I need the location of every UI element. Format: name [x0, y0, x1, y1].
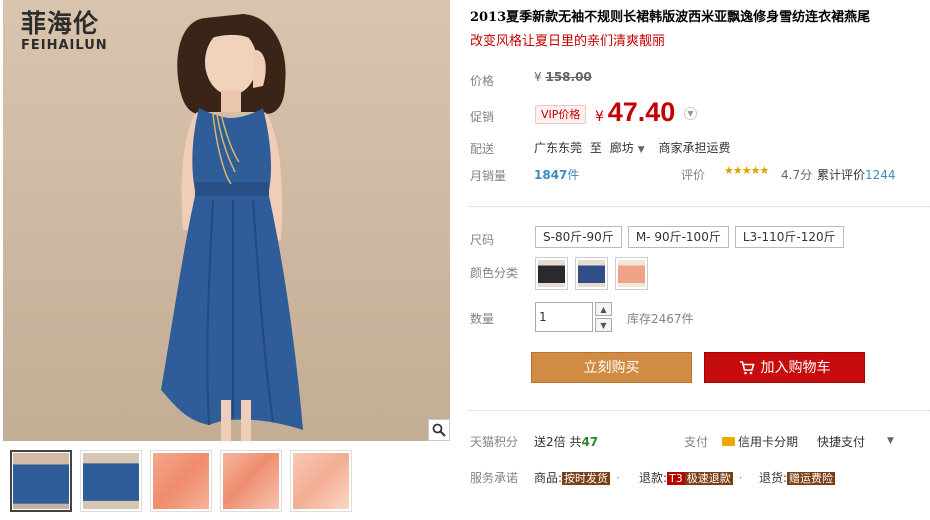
shipping-info: 广东东莞 至 廊坊 ▼ 商家承担运费: [534, 139, 734, 156]
brand-name-cn: 菲海伦: [21, 9, 100, 38]
sales-unit: 件: [567, 168, 580, 182]
size-option-m[interactable]: M- 90斤-100斤: [627, 226, 729, 248]
size-options: S-80斤-90斤 M- 90斤-100斤 L3-110斤-120斤: [535, 226, 844, 248]
promo-price-value: 47.40: [607, 97, 676, 127]
payment-dropdown-icon[interactable]: ▼: [887, 436, 894, 446]
quantity-increase-button[interactable]: ▲: [595, 302, 612, 316]
shipping-fee: 商家承担运费: [658, 141, 731, 155]
service-tag[interactable]: 极速退款: [684, 472, 733, 485]
chevron-down-icon: ▼: [600, 320, 607, 330]
buy-now-button[interactable]: 立刻购买: [531, 352, 692, 383]
color-option-pink[interactable]: [615, 257, 648, 290]
sales-label: 月销量: [470, 169, 507, 183]
ship-from: 广东东莞: [534, 141, 583, 155]
promo-price: ¥ 47.40: [595, 97, 675, 128]
color-label: 颜色分类: [470, 266, 519, 280]
service-label: 服务承诺: [470, 471, 519, 485]
quick-pay[interactable]: 快捷支付: [817, 433, 865, 450]
size-option-l[interactable]: L3-110斤-120斤: [734, 226, 844, 248]
credit-card-icon: [722, 437, 735, 446]
thumbnail-strip: [10, 450, 352, 512]
zoom-button[interactable]: [428, 419, 450, 441]
service-item-return: 退货: 赠运费险: [759, 469, 836, 486]
chevron-up-icon: ▲: [600, 304, 607, 314]
brand-logo: 菲海伦 FEIHAILUN: [21, 4, 108, 53]
product-subtitle: 改变风格让夏日里的亲们清爽靓丽: [470, 34, 666, 49]
color-option-black[interactable]: [535, 257, 568, 290]
thumbnail-3[interactable]: [150, 450, 212, 512]
thumbnail-4[interactable]: [220, 450, 282, 512]
product-title: 2013夏季新款无袖不规则长裙韩版波西米亚飘逸修身雪纺连衣裙燕尾: [470, 10, 871, 25]
service-prefix: 退货:: [759, 471, 788, 485]
credit-installment[interactable]: 信用卡分期: [722, 433, 798, 450]
tmall-points: 送2倍 共47: [534, 433, 598, 450]
stock-count: 库存2467件: [627, 312, 694, 326]
ship-to-word: 至: [589, 141, 602, 155]
add-to-cart-button[interactable]: 加入购物车: [704, 352, 865, 383]
credit-label: 信用卡分期: [738, 435, 799, 449]
divider: [469, 410, 930, 411]
reviews-label: 累计评价: [817, 168, 866, 182]
points-text: 送2倍 共: [534, 435, 582, 449]
service-prefix: 商品:: [534, 471, 563, 485]
vip-price-tag: VIP价格: [535, 105, 587, 124]
promo-currency: ¥: [595, 109, 604, 125]
promo-label: 促销: [470, 110, 495, 124]
price-currency: ¥: [534, 70, 542, 84]
shipping-label: 配送: [470, 142, 495, 156]
points-value: 47: [581, 435, 599, 449]
price-value: 158.00: [545, 70, 592, 84]
divider: [469, 206, 930, 207]
original-price: ¥ 158.00: [534, 70, 592, 84]
service-item-refund: 退款: T3 极速退款 ·: [639, 471, 743, 485]
service-item-shipping: 商品: 按时发货 ·: [534, 471, 620, 485]
magnifier-icon: [432, 423, 446, 437]
sales-count: 1847: [534, 168, 568, 182]
model-photo: [161, 14, 303, 441]
color-option-blue[interactable]: [575, 257, 608, 290]
quantity-label: 数量: [470, 312, 495, 326]
ship-destination[interactable]: 廊坊: [610, 141, 634, 155]
service-tag[interactable]: 赠运费险: [787, 472, 836, 485]
rating-label: 评价: [681, 168, 706, 182]
service-prefix: 退款:: [639, 471, 668, 485]
monthly-sales: 1847件: [534, 166, 579, 183]
cart-icon: [739, 361, 755, 375]
payment-label: 支付: [684, 435, 709, 449]
reviews-link[interactable]: 累计评价1244: [817, 166, 896, 183]
reviews-count: 1244: [865, 168, 896, 182]
price-label: 价格: [470, 74, 495, 88]
size-option-s[interactable]: S-80斤-90斤: [535, 226, 622, 248]
color-options: [535, 257, 648, 290]
thumbnail-5[interactable]: [290, 450, 352, 512]
add-to-cart-label: 加入购物车: [760, 360, 831, 376]
rating-score: 4.7分: [781, 168, 813, 182]
points-label: 天猫积分: [470, 435, 519, 449]
service-tag-prefix: T3: [667, 472, 685, 485]
thumbnail-1[interactable]: [10, 450, 72, 512]
service-tag[interactable]: 按时发货: [562, 472, 611, 485]
brand-name-en: FEIHAILUN: [21, 38, 108, 53]
promo-expand-icon[interactable]: ▼: [684, 107, 697, 120]
size-label: 尺码: [470, 233, 495, 247]
star-rating-icon: ★★★★★: [724, 164, 769, 177]
quantity-decrease-button[interactable]: ▼: [595, 318, 612, 332]
main-product-image[interactable]: 菲海伦 FEIHAILUN: [3, 0, 450, 441]
destination-dropdown-icon[interactable]: ▼: [638, 145, 645, 155]
thumbnail-2[interactable]: [80, 450, 142, 512]
quantity-input[interactable]: 1: [535, 302, 593, 332]
